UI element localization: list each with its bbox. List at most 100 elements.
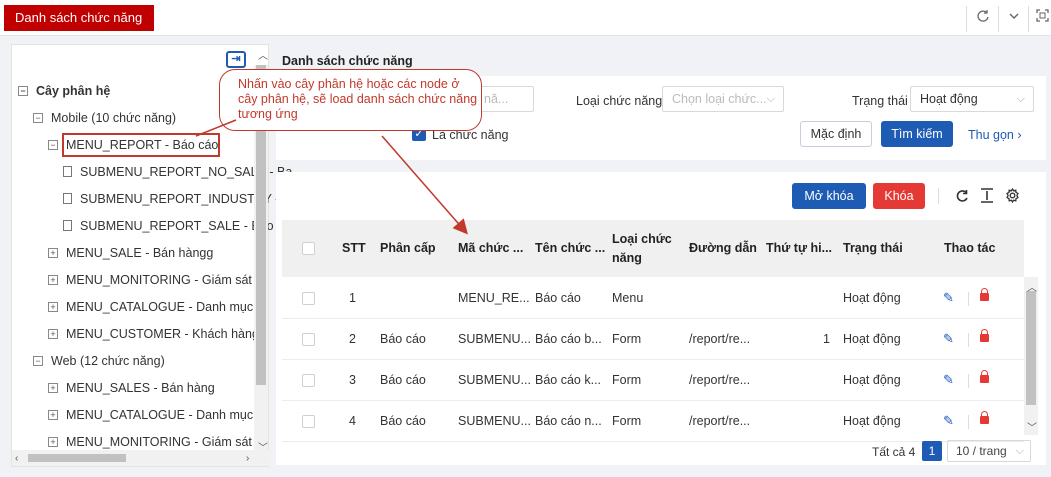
chevron-down-icon: ⌵ — [766, 93, 775, 105]
expand-icon[interactable]: + — [48, 382, 58, 393]
fullscreen-icon[interactable] — [1036, 9, 1049, 25]
column-header[interactable]: Mã chức ... — [458, 239, 523, 258]
tree-horizontal-scrollbar[interactable] — [12, 450, 270, 466]
table-header: STT Phân cấp Mã chức ... Tên chức ... Lo… — [282, 220, 1024, 277]
lock-icon[interactable] — [980, 329, 989, 342]
status-select-value: Hoạt động — [920, 92, 978, 106]
tree-node[interactable]: + MENU_CUSTOMER - Khách hàng — [48, 324, 259, 344]
expand-icon[interactable]: + — [48, 247, 58, 258]
table-row[interactable]: 1 MENU_RE... Báo cáo Menu Hoạt động ✎ — [282, 278, 1024, 319]
tree-node-mobile[interactable]: − Mobile (10 chức năng) — [33, 108, 176, 128]
cell-name: Báo cáo b... — [535, 332, 602, 346]
column-header[interactable]: Phân cấp — [380, 239, 436, 258]
cell-code: SUBMENU... — [458, 373, 531, 387]
column-header[interactable]: Trạng thái — [843, 239, 903, 258]
expand-icon[interactable]: + — [48, 409, 58, 420]
scroll-right-icon[interactable]: › — [246, 453, 249, 464]
tree-node[interactable]: + MENU_SALE - Bán hàngg — [48, 243, 213, 263]
expand-icon[interactable]: + — [48, 301, 58, 312]
table-row[interactable]: 2 Báo cáo SUBMENU... Báo cáo b... Form /… — [282, 319, 1024, 360]
expand-icon[interactable]: + — [48, 274, 58, 285]
tree-node[interactable]: + MENU_CATALOGUE - Danh mục — [48, 405, 253, 425]
tree-node-web[interactable]: − Web (12 chức năng) — [33, 351, 165, 371]
tree-node-label: MENU_SALE - Bán hàngg — [66, 246, 214, 260]
select-all-checkbox[interactable] — [302, 242, 315, 255]
collapse-icon[interactable]: − — [33, 112, 43, 123]
cell-type: Form — [612, 332, 642, 346]
cell-stt: 4 — [349, 414, 356, 428]
table-row[interactable]: 3 Báo cáo SUBMENU... Báo cáo k... Form /… — [282, 360, 1024, 401]
chevron-down-icon[interactable] — [1008, 9, 1020, 25]
scroll-up-icon[interactable]: ︿ — [1027, 279, 1037, 294]
cell-type: Menu — [612, 291, 644, 305]
edit-pencil-icon[interactable]: ✎ — [943, 331, 954, 347]
collapse-icon[interactable]: − — [48, 139, 58, 150]
collapse-filter-link[interactable]: Thu gọn › — [968, 128, 1022, 142]
row-checkbox[interactable] — [302, 333, 315, 346]
tree-node-label: MENU_SALES - Bán hàng — [66, 381, 215, 395]
search-input[interactable]: nă... — [474, 86, 534, 112]
collapse-icon[interactable]: − — [18, 85, 28, 96]
tree-node[interactable]: + MENU_MONITORING - Giám sát — [48, 432, 252, 452]
divider — [998, 6, 999, 32]
pagination-total: Tất cả 4 — [872, 445, 916, 459]
edit-pencil-icon[interactable]: ✎ — [943, 413, 954, 429]
refresh-icon[interactable] — [976, 9, 990, 26]
collapse-filter-label: Thu gọn — [968, 128, 1014, 142]
table-row[interactable]: 4 Báo cáo SUBMENU... Báo cáo n... Form /… — [282, 401, 1024, 442]
lock-icon[interactable] — [980, 370, 989, 383]
page-1-button[interactable]: 1 — [922, 441, 942, 461]
column-height-icon[interactable] — [980, 188, 994, 206]
divider — [968, 374, 969, 388]
tree-node[interactable]: + MENU_SALES - Bán hàng — [48, 378, 215, 398]
scroll-left-icon[interactable]: ‹ — [15, 453, 18, 464]
unlock-button[interactable]: Mở khóa — [792, 183, 866, 209]
divider — [938, 188, 939, 204]
tree-node-label: Mobile (10 chức năng) — [51, 111, 177, 125]
column-header[interactable]: STT — [342, 239, 366, 258]
column-header[interactable]: Tên chức ... — [535, 239, 605, 258]
tree-root[interactable]: − Cây phân hệ — [18, 81, 110, 101]
scroll-thumb[interactable] — [1026, 291, 1036, 405]
row-checkbox[interactable] — [302, 374, 315, 387]
scroll-thumb[interactable] — [28, 454, 126, 462]
cell-stt: 2 — [349, 332, 356, 346]
expand-icon[interactable]: + — [48, 328, 58, 339]
lock-icon[interactable] — [980, 411, 989, 424]
tree-node-label: MENU_MONITORING - Giám sát — [66, 273, 252, 287]
cell-path: /report/re... — [689, 414, 751, 428]
page-size-value: 10 / trang — [956, 444, 1007, 458]
page-title-tab[interactable]: Danh sách chức năng — [4, 5, 154, 31]
page-size-select[interactable]: 10 / trang ⌵ — [947, 440, 1031, 462]
status-label: Trạng thái — [852, 94, 908, 108]
annotation-callout: Nhấn vào cây phân hệ hoặc các node ở cây… — [219, 69, 482, 131]
lock-button[interactable]: Khóa — [873, 183, 925, 209]
cell-status: Hoạt động — [843, 332, 901, 346]
refresh-icon[interactable] — [955, 189, 969, 206]
type-select[interactable]: Chọn loại chức... ⌵ — [662, 86, 784, 112]
tree-node-label: MENU_MONITORING - Giám sát — [66, 435, 252, 449]
collapse-panel-icon[interactable]: ⇥ — [226, 51, 246, 68]
edit-pencil-icon[interactable]: ✎ — [943, 372, 954, 388]
cell-level: Báo cáo — [380, 414, 426, 428]
column-header[interactable]: Đường dẫn — [689, 239, 757, 258]
column-header[interactable]: Thứ tự hi... — [766, 239, 832, 258]
divider — [968, 415, 969, 429]
tree-node[interactable]: + MENU_MONITORING - Giám sát — [48, 270, 252, 290]
search-button[interactable]: Tìm kiếm — [881, 121, 953, 147]
settings-gear-icon[interactable] — [1005, 187, 1020, 206]
default-button[interactable]: Mặc định — [800, 121, 872, 147]
lock-icon[interactable] — [980, 288, 989, 301]
status-select[interactable]: Hoạt động ⌵ — [910, 86, 1034, 112]
row-checkbox[interactable] — [302, 415, 315, 428]
row-checkbox[interactable] — [302, 292, 315, 305]
tree-node[interactable]: + MENU_CATALOGUE - Danh mục — [48, 297, 253, 317]
expand-icon[interactable]: + — [48, 436, 58, 447]
table-vertical-scrollbar[interactable] — [1024, 277, 1038, 435]
scroll-up-icon[interactable]: ︿ — [258, 47, 268, 62]
column-header[interactable]: Loại chức năng — [612, 230, 672, 268]
edit-pencil-icon[interactable]: ✎ — [943, 290, 954, 306]
cell-status: Hoạt động — [843, 414, 901, 428]
collapse-icon[interactable]: − — [33, 355, 43, 366]
scroll-down-icon[interactable]: ﹀ — [1027, 419, 1037, 434]
